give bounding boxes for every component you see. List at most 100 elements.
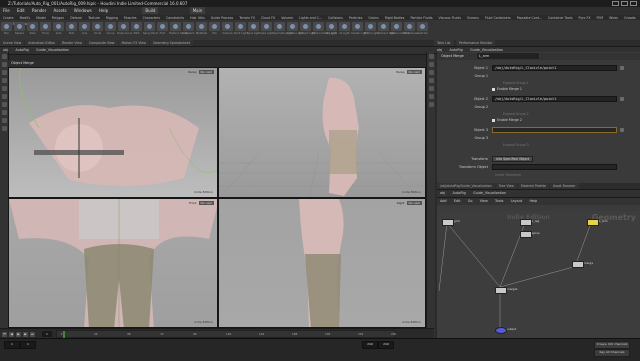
- shelf-tool-12[interactable]: Font: [156, 20, 169, 35]
- object2-chooser-icon[interactable]: [620, 97, 624, 101]
- shelf-tool-23[interactable]: Distant Light: [299, 20, 316, 35]
- viewport-top-left[interactable]: Persp No cam Indie Edition: [8, 67, 218, 198]
- node-l-arm[interactable]: [587, 219, 599, 226]
- move-tool-icon[interactable]: [1, 62, 7, 67]
- desktop-main[interactable]: Main: [189, 7, 206, 14]
- node-merge1[interactable]: [495, 287, 507, 294]
- net-path-autorig[interactable]: AutoRig: [449, 190, 468, 197]
- shelf-tool-5[interactable]: Null: [65, 20, 78, 35]
- object3-chooser-icon[interactable]: [620, 128, 624, 132]
- menu-file[interactable]: File: [0, 7, 13, 14]
- viewport-bottom-right[interactable]: Right No cam Indie Edition: [218, 198, 426, 328]
- transform-dropdown[interactable]: Into Specified Object: [492, 156, 534, 162]
- menu-help[interactable]: Help: [96, 7, 111, 14]
- shelf-tool-27[interactable]: Caustic Light: [351, 20, 368, 35]
- range-start-global-field[interactable]: 1: [20, 341, 36, 349]
- range-end-field[interactable]: 240: [362, 341, 378, 349]
- close-icon[interactable]: [630, 1, 637, 6]
- shelf-tool-13[interactable]: Platonic Solids: [169, 20, 188, 35]
- brush-tool-icon[interactable]: [1, 110, 7, 115]
- shelf-tool-24[interactable]: Environment Light: [312, 20, 336, 35]
- object1-chooser-icon[interactable]: [620, 66, 624, 70]
- snapshot-icon[interactable]: [428, 102, 434, 107]
- shelf-tool-9[interactable]: Draw Curve: [117, 20, 132, 35]
- transform-object-field[interactable]: [492, 164, 617, 170]
- net-menu-go[interactable]: Go: [465, 198, 476, 205]
- shelf-tool-4[interactable]: Grid: [52, 20, 65, 35]
- shelf-tool-29[interactable]: Ambient Light: [377, 20, 395, 35]
- viewport-top-right[interactable]: Persp No cam Indie Edition: [218, 67, 426, 198]
- net-menu-tools[interactable]: Tools: [492, 198, 506, 205]
- shelf-tool-10[interactable]: Path: [130, 20, 143, 35]
- node-output[interactable]: [495, 327, 507, 334]
- param-node-name[interactable]: L_arm: [477, 53, 539, 59]
- play-icon[interactable]: ▶: [16, 332, 21, 337]
- node-grid[interactable]: [442, 219, 454, 226]
- net-menu-add[interactable]: Add: [437, 198, 450, 205]
- shelf-tool-2[interactable]: Tube: [26, 20, 39, 35]
- lighting-icon[interactable]: [428, 78, 434, 83]
- net-menu-layout[interactable]: Layout: [508, 198, 526, 205]
- snap-tool-icon[interactable]: [1, 118, 7, 123]
- net-menu-edit[interactable]: Edit: [451, 198, 464, 205]
- view-tool-icon[interactable]: [1, 102, 7, 107]
- range-start-field[interactable]: 1: [4, 341, 20, 349]
- menu-render[interactable]: Render: [29, 7, 49, 14]
- viewport-bottom-left[interactable]: Front No cam Indie Edition: [8, 198, 218, 328]
- scene-tab-2[interactable]: Render View: [59, 40, 85, 46]
- grid-icon[interactable]: [428, 86, 434, 91]
- menu-assets[interactable]: Assets: [51, 7, 70, 14]
- shelf-tool-3[interactable]: Torus: [39, 20, 52, 35]
- scene-tab-3[interactable]: Composite View: [85, 40, 118, 46]
- shelf-tool-32[interactable]: Switcher: [416, 20, 429, 35]
- shelf-tool-15[interactable]: Metaball: [195, 20, 208, 35]
- shelf-tool-30[interactable]: Stereo Camera: [390, 20, 409, 35]
- maximize-icon[interactable]: [621, 1, 628, 6]
- select-tool-icon[interactable]: [1, 54, 7, 59]
- camera-icon[interactable]: [428, 94, 434, 99]
- shelf-tool-16[interactable]: File: [208, 20, 221, 35]
- render-region-icon[interactable]: [1, 126, 7, 131]
- enable-merge1-checkbox[interactable]: Enable Merge 1: [492, 87, 522, 91]
- step-back-icon[interactable]: ◀: [9, 332, 14, 337]
- current-frame-field[interactable]: 1: [42, 331, 52, 337]
- minimize-icon[interactable]: [612, 1, 619, 6]
- network-canvas[interactable]: Geometry Indie Edition L_arm grid L_leg …: [437, 211, 640, 338]
- go-to-start-icon[interactable]: ⏮: [2, 332, 7, 337]
- shelf-tool-17[interactable]: Camera: [221, 20, 234, 35]
- enable-merge2-checkbox[interactable]: Enable Merge 2: [492, 118, 522, 122]
- display-options-icon[interactable]: [428, 54, 434, 59]
- shaded-icon[interactable]: [428, 70, 434, 75]
- step-forward-icon[interactable]: ▶: [23, 332, 28, 337]
- object1-field[interactable]: /obj/AutoRig/L_Clavicle/point1: [492, 65, 617, 71]
- net-menu-help[interactable]: Help: [526, 198, 540, 205]
- shelf-tool-0[interactable]: Box: [0, 20, 13, 35]
- shelf-tool-25[interactable]: Sky Light: [325, 20, 338, 35]
- network-tab-3[interactable]: Asset Browser: [549, 183, 579, 189]
- shelf-tool-1[interactable]: Sphere: [13, 20, 26, 35]
- shelf-tool-21[interactable]: Geometry Light: [273, 20, 293, 35]
- scene-tab-0[interactable]: Scene View: [0, 40, 25, 46]
- net-menu-view[interactable]: View: [477, 198, 491, 205]
- network-tab-2[interactable]: Material Palette: [517, 183, 549, 189]
- shelf-tool-22[interactable]: Volume Light: [286, 20, 303, 35]
- handle-tool-icon[interactable]: [1, 86, 7, 91]
- node-merge[interactable]: [572, 261, 584, 268]
- network-tab-0[interactable]: /obj/AutoRig/Guide_Visualization: [437, 183, 495, 189]
- shelf-tool-20[interactable]: Area Light: [260, 20, 273, 35]
- shelf-tool-18[interactable]: Point Light: [234, 20, 248, 35]
- menu-windows[interactable]: Windows: [71, 7, 95, 14]
- shelf-tool-14[interactable]: L-System: [182, 20, 195, 35]
- shelf-tool-8[interactable]: Curve: [104, 20, 117, 35]
- net-path-obj[interactable]: obj: [437, 190, 448, 197]
- shelf-tool-6[interactable]: Line: [78, 20, 91, 35]
- object2-field[interactable]: /obj/AutoRig/L_Clavicle/point1: [492, 96, 617, 102]
- timeline-cursor[interactable]: [63, 331, 65, 338]
- rotate-tool-icon[interactable]: [1, 70, 7, 75]
- scale-tool-icon[interactable]: [1, 78, 7, 83]
- desktop-build[interactable]: Build: [142, 7, 159, 14]
- wireframe-icon[interactable]: [428, 62, 434, 67]
- object3-field[interactable]: [492, 127, 617, 133]
- shelf-tool-26[interactable]: GI Light: [338, 20, 351, 35]
- shelf-tool-11[interactable]: Spray Paint: [143, 20, 158, 35]
